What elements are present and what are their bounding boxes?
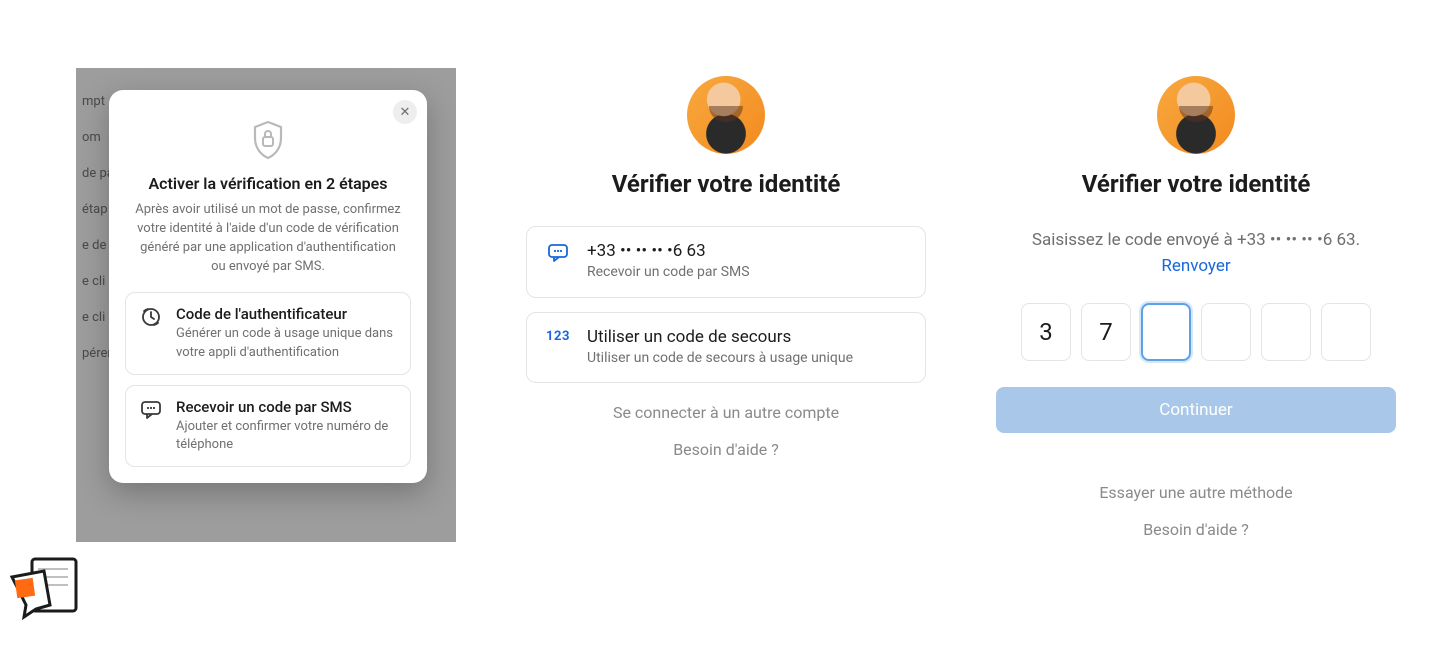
close-icon: ✕ (400, 105, 411, 120)
sms-icon (545, 241, 571, 283)
method-subtitle: Recevoir un code par SMS (587, 263, 750, 283)
continue-button[interactable]: Continuer (996, 387, 1396, 433)
method-backup-code[interactable]: 123 Utiliser un code de secoursUtiliser u… (526, 312, 926, 384)
method-subtitle: Utiliser un code de secours à usage uniq… (587, 349, 853, 369)
option-title: Recevoir un code par SMS (176, 398, 396, 416)
modal-title: Activer la vérification en 2 étapes (125, 174, 411, 193)
avatar (687, 76, 765, 154)
modal-description: Après avoir utilisé un mot de passe, con… (125, 201, 411, 276)
sticky-note-logo (6, 551, 84, 625)
code-digit-5[interactable] (1261, 303, 1311, 361)
method-title: Utiliser un code de secours (587, 327, 853, 347)
backup-code-icon: 123 (545, 327, 571, 369)
two-step-setup-mockup: mptomde pa pte.étape de tre ce clie cli (76, 68, 456, 542)
code-input-group: 37 (996, 303, 1396, 361)
code-instruction: Saisissez le code envoyé à +33 •• •• •• … (996, 228, 1396, 279)
code-digit-6[interactable] (1321, 303, 1371, 361)
code-digit-3[interactable] (1141, 303, 1191, 361)
option-sms[interactable]: Recevoir un code par SMS Ajouter et confi… (125, 385, 411, 467)
try-another-method-link[interactable]: Essayer une autre méthode (996, 483, 1396, 502)
two-step-modal: ✕ Activer la vérification en 2 étapes Ap… (109, 90, 427, 483)
avatar (1157, 76, 1235, 154)
verify-heading: Vérifier votre identité (526, 170, 926, 198)
option-subtitle: Générer un code à usage unique dans votr… (176, 325, 396, 361)
code-digit-2[interactable]: 7 (1081, 303, 1131, 361)
authenticator-icon (140, 305, 162, 361)
resend-link[interactable]: Renvoyer (1161, 256, 1230, 276)
method-sms[interactable]: +33 •• •• •• •6 63Recevoir un code par S… (526, 226, 926, 298)
shield-lock-icon (251, 120, 285, 160)
verify-identity-enter-code: Vérifier votre identité Saisissez le cod… (996, 76, 1396, 539)
method-title: +33 •• •• •• •6 63 (587, 241, 750, 261)
verify-identity-choose-method: Vérifier votre identité +33 •• •• •• •6 … (526, 76, 926, 459)
option-subtitle: Ajouter et confirmer votre numéro de tél… (176, 418, 396, 454)
need-help-link[interactable]: Besoin d'aide ? (996, 520, 1396, 539)
code-instruction-text: Saisissez le code envoyé à +33 •• •• •• … (1032, 230, 1360, 250)
switch-account-link[interactable]: Se connecter à un autre compte (526, 403, 926, 422)
close-button[interactable]: ✕ (393, 100, 417, 124)
need-help-link[interactable]: Besoin d'aide ? (526, 440, 926, 459)
verify-heading: Vérifier votre identité (996, 170, 1396, 198)
option-authenticator[interactable]: Code de l'authentificateur Générer un cod… (125, 292, 411, 374)
code-digit-4[interactable] (1201, 303, 1251, 361)
code-digit-1[interactable]: 3 (1021, 303, 1071, 361)
option-title: Code de l'authentificateur (176, 305, 396, 323)
sms-icon (140, 398, 162, 454)
